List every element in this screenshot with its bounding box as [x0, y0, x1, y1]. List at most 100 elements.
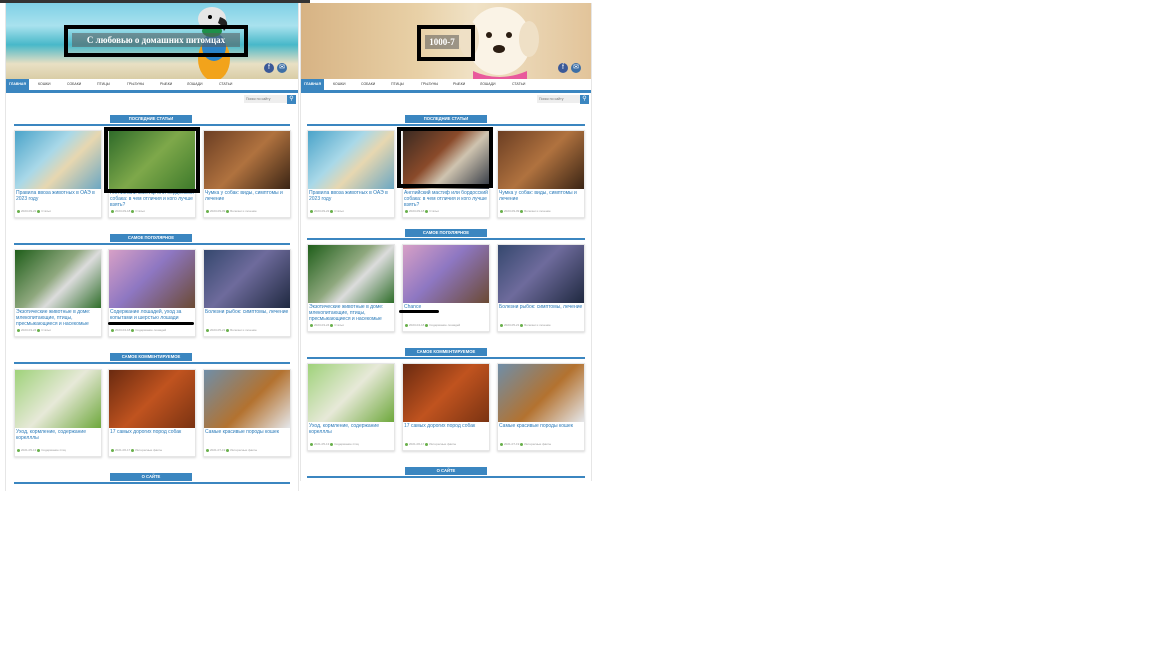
nav-item-dogs[interactable]: собаки — [361, 79, 375, 90]
nav-item-horses[interactable]: лошади — [187, 79, 203, 90]
calendar-icon — [111, 448, 114, 452]
section-title-latest: последние статьи — [405, 115, 487, 123]
nav-item-fish[interactable]: рыбки — [160, 79, 172, 90]
horse-image[interactable] — [109, 250, 195, 308]
nav-item-horses[interactable]: лошади — [480, 79, 496, 90]
article-title-link[interactable]: Уход, кормление, содержание корелллы — [309, 423, 393, 441]
article-title-link[interactable]: Болезни рыбок: симптомы, лечение — [499, 304, 583, 322]
article-title-link[interactable]: Правила ввоза животных в ОАЭ в 2023 году — [16, 190, 100, 208]
beagle-image[interactable] — [204, 131, 290, 189]
facebook-icon[interactable]: f — [264, 63, 274, 73]
article-card[interactable]: Болезни рыбок: симптомы, лечение 2023-05-… — [203, 249, 291, 337]
nav-item-birds[interactable]: птицы — [391, 79, 404, 90]
nav-item-fish[interactable]: рыбки — [453, 79, 465, 90]
article-category[interactable]: Содержание лошадей — [429, 323, 460, 327]
search-icon[interactable]: ⚲ — [287, 95, 296, 104]
article-card[interactable]: Правила ввоза животных в ОАЭ в 2023 году… — [307, 130, 395, 218]
article-category[interactable]: Статьи — [135, 209, 145, 213]
article-title-link[interactable]: Экзотические животные в доме: млекопитаю… — [309, 304, 393, 322]
section-title-commented: самое комментируемое — [110, 353, 192, 361]
article-card[interactable]: Уход, кормление, содержание корелллы 2021… — [14, 369, 102, 457]
folder-icon — [520, 209, 524, 213]
nav-item-rodents[interactable]: грызуны — [421, 79, 438, 90]
article-title-link[interactable]: 17 самых дорогих пород собак — [110, 429, 194, 447]
article-category[interactable]: Болезни и лечение — [524, 209, 551, 213]
article-category[interactable]: Статьи — [429, 209, 439, 213]
calendar-icon — [310, 323, 313, 327]
beach-city-image[interactable] — [15, 131, 101, 189]
article-card[interactable]: Экзотические животные в доме: млекопитаю… — [14, 249, 102, 337]
article-title-link[interactable]: Чумка у собак: виды, симптомы и лечение — [205, 190, 289, 208]
article-card[interactable]: Правила ввоза животных в ОАЭ в 2023 году… — [14, 130, 102, 218]
article-category[interactable]: Содержание птиц — [334, 442, 359, 446]
article-card[interactable]: Уход, кормление, содержание корелллы 2021… — [307, 363, 395, 451]
article-category[interactable]: Содержание птиц — [41, 448, 66, 452]
article-card[interactable]: Самые красивые породы кошек 2021-07-19 Ин… — [203, 369, 291, 457]
fish-image[interactable] — [204, 250, 290, 308]
calendar-icon — [17, 209, 20, 213]
rss-icon[interactable]: ✉ — [277, 63, 287, 73]
search-icon[interactable]: ⚲ — [580, 95, 589, 104]
nav-item-home[interactable]: главная — [6, 79, 29, 90]
article-card[interactable]: 17 самых дорогих пород собак 2021-06-17 И… — [402, 363, 490, 451]
nav-item-rodents[interactable]: грызуны — [127, 79, 144, 90]
article-category[interactable]: Болезни и лечение — [230, 328, 257, 332]
article-date: 2023-09-18 — [409, 209, 425, 213]
cockatiel-image[interactable] — [308, 364, 394, 422]
fish-image[interactable] — [498, 245, 584, 303]
nav-item-home[interactable]: главная — [301, 79, 324, 90]
horse-image[interactable] — [403, 245, 489, 303]
article-card[interactable]: Chance 2023-04-18 Содержание лошадей — [402, 244, 490, 332]
article-meta: 2021-05-13 Содержание птиц — [17, 448, 99, 452]
article-card[interactable]: Самые красивые породы кошек 2021-07-19 Ин… — [497, 363, 585, 451]
article-card[interactable]: Чумка у собак: виды, симптомы и лечение 2… — [203, 130, 291, 218]
section-divider — [14, 243, 290, 245]
article-category[interactable]: Статьи — [41, 328, 51, 332]
nav-item-cats[interactable]: кошки — [38, 79, 50, 90]
lemur-image[interactable] — [15, 250, 101, 308]
calendar-icon — [405, 323, 408, 327]
article-category[interactable]: Интересные факты — [230, 448, 257, 452]
article-category[interactable]: Интересные факты — [524, 442, 551, 446]
article-category[interactable]: Статьи — [334, 209, 344, 213]
article-category[interactable]: Содержание лошадей — [135, 328, 166, 332]
article-title-link[interactable]: 17 самых дорогих пород собак — [404, 423, 488, 441]
article-category[interactable]: Статьи — [41, 209, 51, 213]
cockatiel-image[interactable] — [15, 370, 101, 428]
article-title-link[interactable]: Самые красивые породы кошек — [499, 423, 583, 441]
search-input[interactable] — [244, 95, 288, 103]
nav-item-birds[interactable]: птицы — [97, 79, 110, 90]
article-title-link[interactable]: Болезни рыбок: симптомы, лечение — [205, 309, 289, 327]
article-card[interactable]: 17 самых дорогих пород собак 2021-06-17 И… — [108, 369, 196, 457]
abyssinian-cat-image[interactable] — [498, 364, 584, 422]
article-category[interactable]: Статьи — [334, 323, 344, 327]
rss-icon[interactable]: ✉ — [571, 63, 581, 73]
article-title-link[interactable]: Английский мастиф или бордосский собака:… — [404, 190, 488, 208]
red-dog-image[interactable] — [403, 364, 489, 422]
nav-item-dogs[interactable]: собаки — [67, 79, 81, 90]
nav-item-articles[interactable]: статьи — [219, 79, 232, 90]
calendar-icon — [405, 442, 408, 446]
article-card[interactable]: Экзотические животные в доме: млекопитаю… — [307, 244, 395, 332]
nav-item-articles[interactable]: статьи — [512, 79, 525, 90]
search-input[interactable] — [537, 95, 581, 103]
article-title-link[interactable]: Chance — [404, 304, 488, 322]
article-category[interactable]: Болезни и лечение — [230, 209, 257, 213]
article-card[interactable]: Чумка у собак: виды, симптомы и лечение 2… — [497, 130, 585, 218]
article-title-link[interactable]: Самые красивые породы кошек — [205, 429, 289, 447]
beach-city-image[interactable] — [308, 131, 394, 189]
facebook-icon[interactable]: f — [558, 63, 568, 73]
lemur-image[interactable] — [308, 245, 394, 303]
article-category[interactable]: Болезни и лечение — [524, 323, 551, 327]
article-card[interactable]: Болезни рыбок: симптомы, лечение 2023-05-… — [497, 244, 585, 332]
article-title-link[interactable]: Уход, кормление, содержание корелллы — [16, 429, 100, 447]
abyssinian-cat-image[interactable] — [204, 370, 290, 428]
article-category[interactable]: Интересные факты — [135, 448, 162, 452]
article-title-link[interactable]: Правила ввоза животных в ОАЭ в 2023 году — [309, 190, 393, 208]
beagle-image[interactable] — [498, 131, 584, 189]
article-category[interactable]: Интересные факты — [429, 442, 456, 446]
article-title-link[interactable]: Чумка у собак: виды, симптомы и лечение — [499, 190, 583, 208]
nav-item-cats[interactable]: кошки — [333, 79, 345, 90]
red-dog-image[interactable] — [109, 370, 195, 428]
article-title-link[interactable]: Экзотические животные в доме: млекопитаю… — [16, 309, 100, 327]
